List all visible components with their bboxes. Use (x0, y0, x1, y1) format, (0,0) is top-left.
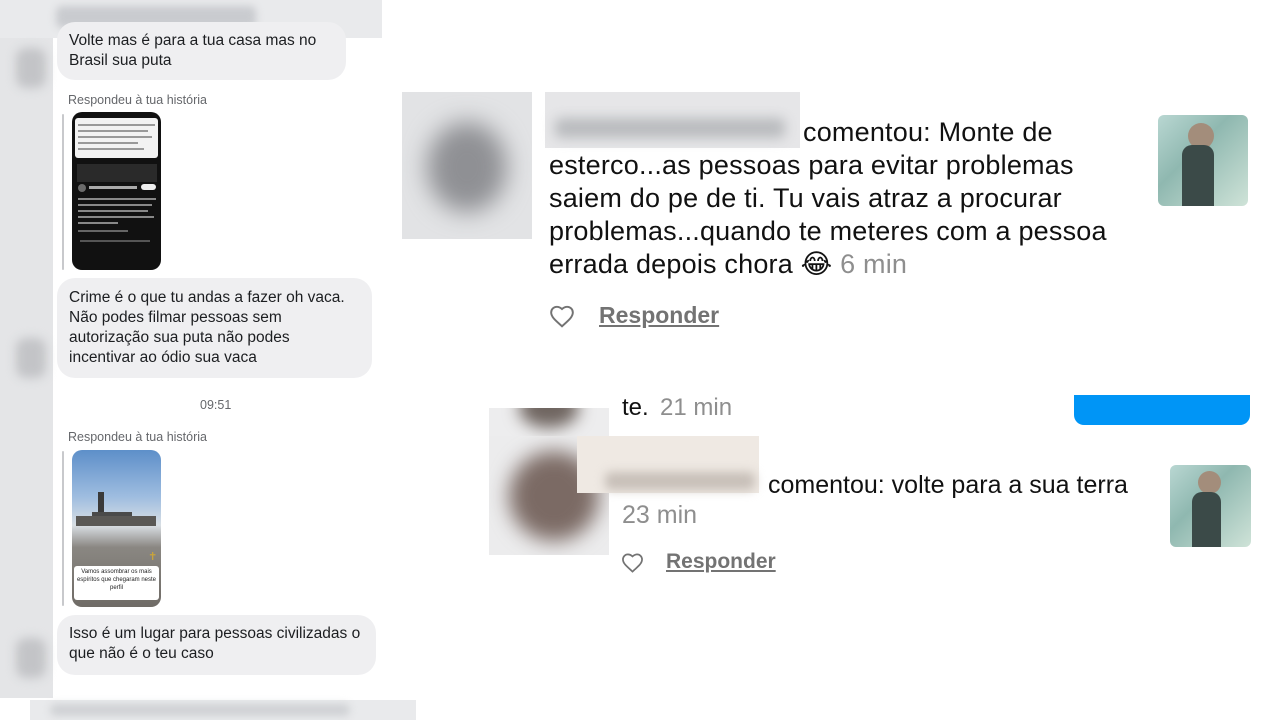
message-bubble: Crime é o que tu andas a fazer oh vaca. … (57, 278, 372, 378)
story-reply-label: Respondeu à tua história (68, 430, 207, 444)
send-button[interactable] (1074, 395, 1250, 425)
comment-body: comentou: volte para a sua terra (768, 471, 1128, 499)
comment-actions: Responder (621, 550, 776, 574)
commenter-avatar-blurred[interactable] (402, 92, 532, 239)
avatar (16, 48, 46, 88)
message-text: Crime é o que tu andas a fazer oh vaca. … (69, 289, 345, 366)
story-thumbnail[interactable] (72, 112, 161, 270)
reply-button[interactable]: Responder (666, 550, 776, 574)
comment-time: 6 min (840, 249, 908, 279)
message-text: Isso é um lugar para pessoas civilizadas… (69, 625, 361, 662)
quote-bar (62, 114, 64, 270)
avatar (16, 338, 46, 378)
message-bubble: Volte mas é para a tua casa mas no Brasi… (57, 22, 346, 80)
comment-text: comentou: Monte de esterco...as pessoas … (549, 116, 1129, 281)
heart-icon[interactable] (549, 304, 575, 328)
comment-actions: Responder (549, 302, 719, 329)
message-text: Volte mas é para a tua casa mas no Brasi… (69, 32, 317, 69)
previous-comment-fragment: te. 21 min (622, 394, 733, 421)
direct-message-thread: Volte mas é para a tua casa mas no Brasi… (0, 0, 432, 720)
post-thumbnail[interactable] (1158, 115, 1248, 206)
quote-bar (62, 451, 64, 606)
story-reply-label: Respondeu à tua história (68, 93, 207, 107)
comment-time: 23 min (622, 501, 698, 529)
message-timestamp: 09:51 (200, 398, 232, 412)
story-caption: Vamos assombrar os mais espíritos que ch… (76, 569, 157, 591)
post-thumbnail[interactable] (1170, 465, 1251, 547)
laughing-emoji-icon: 😂 (800, 249, 833, 279)
redacted-footer (30, 700, 416, 720)
avatar-column (0, 38, 53, 698)
story-thumbnail[interactable]: Vamos assombrar os mais espíritos que ch… (72, 450, 161, 607)
message-bubble: Isso é um lugar para pessoas civilizadas… (57, 615, 376, 675)
comment-text: comentou: volte para a sua terra 23 min (622, 470, 1142, 530)
commenter-avatar-blurred[interactable] (489, 408, 609, 438)
reply-button[interactable]: Responder (599, 302, 719, 329)
avatar (16, 638, 46, 678)
heart-icon[interactable] (621, 552, 644, 573)
